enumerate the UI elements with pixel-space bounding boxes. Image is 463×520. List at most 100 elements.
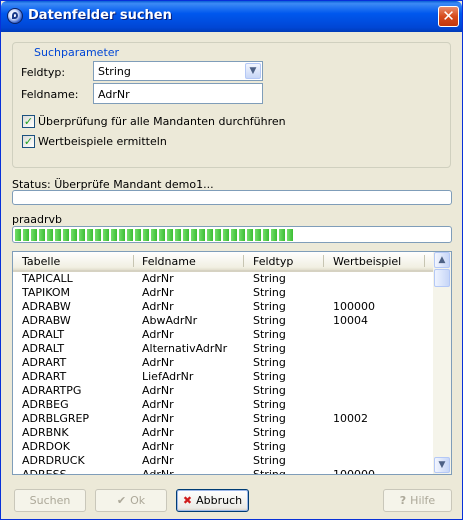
column-header-feldtyp[interactable]: Feldtyp [253, 255, 293, 268]
table-cell: TAPICALL [22, 272, 73, 285]
table-progress-fill [15, 229, 295, 241]
table-row[interactable]: ADRALT AdrNr String [13, 328, 433, 342]
table-cell: LiefAdrNr [142, 370, 194, 383]
app-logo-icon [7, 8, 23, 24]
table-cell: String [253, 328, 286, 341]
column-header-tabelle[interactable]: Tabelle [22, 255, 60, 268]
table-cell: 100000 [333, 468, 375, 474]
table-cell: ADRABW [22, 314, 71, 327]
table-row[interactable]: ADRALT AlternativAdrNr String [13, 342, 433, 356]
table-cell: ADRDOK [22, 440, 70, 453]
table-cell: TAPIKOM [22, 286, 71, 299]
table-cell: ADRART [22, 370, 67, 383]
table-row[interactable]: ADRABW AdrNr String 100000 [13, 300, 433, 314]
table-cell: AdrNr [142, 384, 174, 397]
table-cell: String [253, 370, 286, 383]
table-cell: 100000 [333, 300, 375, 313]
table-cell: AbwAdrNr [142, 314, 198, 327]
help-button[interactable]: ? Hilfe [383, 489, 452, 512]
field-name-value: AdrNr [98, 88, 130, 101]
table-cell: ADRBNK [22, 426, 69, 439]
table-cell: AdrNr [142, 412, 174, 425]
table-row[interactable]: ADRDOK AdrNr String [13, 440, 433, 454]
get-examples-checkbox[interactable]: ✓ [22, 135, 35, 148]
results-body: TAPICALL AdrNr String TAPIKOM AdrNr String ADR… [13, 272, 433, 474]
table-row[interactable]: ADRBEG AdrNr String [13, 398, 433, 412]
table-row[interactable]: ADRARTPG AdrNr String [13, 384, 433, 398]
help-button-label: Hilfe [410, 494, 436, 507]
table-cell: String [253, 314, 286, 327]
column-divider[interactable] [424, 255, 425, 267]
table-cell: ADRBEG [22, 398, 69, 411]
ok-button[interactable]: ✔ Ok [95, 489, 167, 512]
column-divider[interactable] [243, 255, 244, 267]
overall-progress-bar [12, 190, 452, 205]
column-divider[interactable] [133, 255, 134, 267]
scroll-up-icon[interactable]: ▲ [434, 252, 450, 268]
table-row[interactable]: ADRABW AbwAdrNr String 10004 [13, 314, 433, 328]
table-row[interactable]: ADRART AdrNr String [13, 356, 433, 370]
cancel-button[interactable]: ✖ Abbruch [176, 489, 249, 512]
field-type-label: Feldtyp: [21, 66, 66, 79]
table-cell: AdrNr [142, 272, 174, 285]
table-cell: ADRALT [22, 328, 65, 341]
table-cell: AlternativAdrNr [142, 342, 228, 355]
window-title: Datenfelder suchen [28, 8, 172, 23]
column-header-feldname[interactable]: Feldname [142, 255, 196, 268]
check-all-mandants-label: Überprüfung für alle Mandanten durchführ… [38, 115, 286, 128]
sub-status-text: praadrvb [12, 213, 62, 226]
scroll-down-icon[interactable]: ▼ [434, 457, 450, 473]
dialog-window: Datenfelder suchen ✕ Suchparameter Feldt… [0, 0, 463, 520]
field-type-select[interactable]: String ▼ [93, 61, 263, 81]
search-button-label: Suchen [29, 494, 71, 507]
table-row[interactable]: ADRDRUCK AdrNr String [13, 454, 433, 468]
table-row[interactable]: ADRESS AdrNr String 100000 [13, 468, 433, 474]
column-divider[interactable] [323, 255, 324, 267]
results-list[interactable]: Tabelle Feldname Feldtyp Wertbeispiel TA… [12, 251, 452, 475]
table-row[interactable]: ADRBNK AdrNr String [13, 426, 433, 440]
table-cell: ADRBLGREP [22, 412, 90, 425]
checkmark-icon: ✔ [116, 494, 127, 507]
cancel-button-label: Abbruch [196, 494, 243, 507]
results-header: Tabelle Feldname Feldtyp Wertbeispiel [13, 252, 433, 272]
table-cell: String [253, 300, 286, 313]
table-cell: AdrNr [142, 426, 174, 439]
table-cell: ADRARTPG [22, 384, 82, 397]
check-all-mandants-checkbox[interactable]: ✓ [22, 115, 35, 128]
table-cell: AdrNr [142, 300, 174, 313]
table-row[interactable]: ADRBLGREP AdrNr String 10002 [13, 412, 433, 426]
scroll-thumb[interactable] [434, 269, 450, 287]
table-cell: String [253, 272, 286, 285]
table-cell: AdrNr [142, 468, 174, 474]
table-cell: String [253, 412, 286, 425]
search-button[interactable]: Suchen [14, 489, 86, 512]
table-cell: AdrNr [142, 356, 174, 369]
ok-button-label: Ok [130, 494, 146, 507]
table-cell: AdrNr [142, 454, 174, 467]
table-row[interactable]: ADRART LiefAdrNr String [13, 370, 433, 384]
table-cell: String [253, 398, 286, 411]
help-icon: ? [399, 494, 407, 507]
chevron-down-icon[interactable]: ▼ [245, 63, 261, 79]
field-name-label: Feldname: [21, 88, 79, 101]
vertical-scrollbar[interactable]: ▲ ▼ [433, 252, 451, 474]
table-cell: AdrNr [142, 286, 174, 299]
table-cell: String [253, 426, 286, 439]
cancel-x-icon: ✖ [182, 494, 193, 507]
dialog-body: Suchparameter Feldtyp: String ▼ Feldname… [1, 32, 462, 519]
table-cell: ADRABW [22, 300, 71, 313]
field-name-input[interactable]: AdrNr [93, 83, 263, 104]
table-cell: AdrNr [142, 398, 174, 411]
title-bar[interactable]: Datenfelder suchen ✕ [1, 1, 462, 32]
table-row[interactable]: TAPIKOM AdrNr String [13, 286, 433, 300]
table-cell: 10004 [333, 314, 368, 327]
table-cell: ADRESS [22, 468, 67, 474]
table-cell: ADRDRUCK [22, 454, 85, 467]
get-examples-label: Wertbeispiele ermitteln [38, 135, 167, 148]
column-header-wertbeispiel[interactable]: Wertbeispiel [333, 255, 401, 268]
table-cell: String [253, 342, 286, 355]
close-button[interactable]: ✕ [438, 6, 459, 27]
table-row[interactable]: TAPICALL AdrNr String [13, 272, 433, 286]
table-cell: String [253, 356, 286, 369]
table-cell: String [253, 468, 286, 474]
